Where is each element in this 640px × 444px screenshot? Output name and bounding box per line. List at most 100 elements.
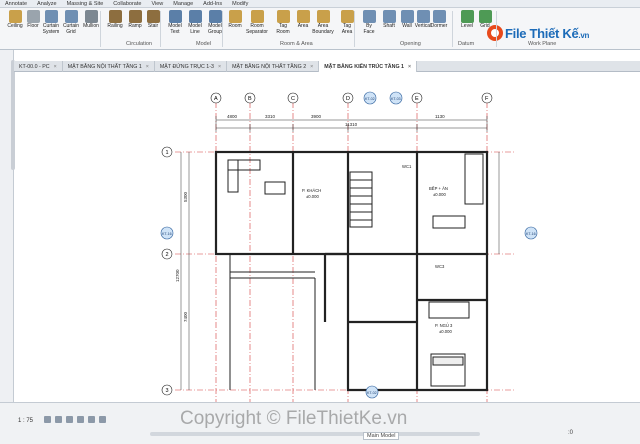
elevation-tag-left: KT-16 bbox=[162, 232, 172, 236]
visual-style-icon[interactable] bbox=[55, 416, 62, 423]
view-control-icons bbox=[44, 416, 106, 423]
ribbon-tab[interactable]: View bbox=[146, 1, 168, 7]
tool-label: Room bbox=[228, 23, 242, 29]
view-scale[interactable]: 1 : 75 bbox=[18, 418, 33, 424]
close-icon[interactable]: × bbox=[408, 64, 411, 70]
elevation-tag-right: KT-16 bbox=[526, 232, 536, 236]
tool-label: Ramp bbox=[128, 23, 142, 29]
floor-plan-drawing: ABCDEF 123 4800 3310 3900 1130 11310 530… bbox=[160, 91, 538, 402]
view-tab[interactable]: KT-00.0 - PC × bbox=[14, 61, 63, 72]
tool-label: Wall bbox=[402, 23, 412, 29]
tool-label: Floor bbox=[27, 23, 39, 29]
area-icon bbox=[296, 10, 310, 23]
section-tag-bottom: KT-02 bbox=[367, 391, 377, 395]
ribbon-tab[interactable]: Manage bbox=[168, 1, 198, 7]
shadows-icon[interactable] bbox=[77, 416, 84, 423]
tool-railing[interactable]: Railing bbox=[104, 10, 126, 40]
view-tab[interactable]: MẶT BẰNG NỘI THẤT TẦNG 1 × bbox=[63, 61, 155, 72]
tool-dormer[interactable]: Dormer bbox=[428, 10, 450, 40]
room-level-bedroom3: ±0.000 bbox=[439, 329, 452, 334]
dim-left-total: 12700 bbox=[175, 269, 180, 282]
close-icon[interactable]: × bbox=[218, 64, 221, 70]
tool-model-text[interactable]: Model Text bbox=[164, 10, 186, 40]
model-line-icon bbox=[188, 10, 202, 23]
tool-mullion[interactable]: Mullion bbox=[80, 10, 102, 40]
dim-2: 3310 bbox=[265, 114, 276, 119]
view-tab[interactable]: MẶT BẰNG KIẾN TRÚC TẦNG 1 × bbox=[319, 61, 418, 72]
grid-icon bbox=[478, 10, 492, 23]
ribbon-tab[interactable]: Massing & Site bbox=[62, 1, 109, 7]
tool-tag-room[interactable]: Tag Room bbox=[272, 10, 294, 40]
tool-label: Model Group bbox=[208, 23, 222, 35]
panel-separator bbox=[222, 11, 223, 47]
model-text-icon bbox=[168, 10, 182, 23]
railing-icon bbox=[108, 10, 122, 23]
panel-separator bbox=[100, 11, 101, 47]
ribbon-tab[interactable]: Modify bbox=[227, 1, 253, 7]
tool-label: Room Separator bbox=[246, 23, 268, 35]
model-selector[interactable]: Main Model bbox=[363, 432, 400, 440]
dim-1: 4800 bbox=[227, 114, 238, 119]
view-tabs: KT-00.0 - PC × MẶT BẰNG NỘI THẤT TẦNG 1 × MẶ… bbox=[14, 61, 640, 72]
tool-label: Mullion bbox=[83, 23, 99, 29]
tool-by-face[interactable]: By Face bbox=[358, 10, 380, 40]
grid-bubble-label: 2 bbox=[166, 252, 169, 258]
crop-view-icon[interactable] bbox=[88, 416, 95, 423]
room-icon bbox=[228, 10, 242, 23]
curtain-grid-icon bbox=[64, 10, 78, 23]
by-face-icon bbox=[362, 10, 376, 23]
drawing-canvas[interactable]: ABCDEF 123 4800 3310 3900 1130 11310 530… bbox=[15, 72, 640, 402]
room-separator-icon bbox=[250, 10, 264, 23]
ramp-icon bbox=[128, 10, 142, 23]
ribbon-tab[interactable]: Analyze bbox=[32, 1, 62, 7]
room-level-living: ±0.000 bbox=[306, 194, 319, 199]
tool-label: Ceiling bbox=[7, 23, 23, 29]
sun-path-icon[interactable] bbox=[66, 416, 73, 423]
view-tab[interactable]: MẶT BẰNG NỘI THẤT TẦNG 2 × bbox=[227, 61, 320, 72]
room-name-wc3: WC3 bbox=[435, 264, 445, 269]
ribbon-tab[interactable]: Collaborate bbox=[108, 1, 146, 7]
tool-area-boundary[interactable]: Area Boundary bbox=[312, 10, 334, 40]
view-tab-label: MẶT ĐỨNG TRỤC 1-3 bbox=[159, 63, 214, 70]
grid-bubbles-top: ABCDEF bbox=[210, 92, 493, 104]
panel-label: Room & Area bbox=[280, 41, 313, 47]
close-icon[interactable]: × bbox=[310, 64, 313, 70]
panel-label: Opening bbox=[400, 41, 421, 47]
panel-separator bbox=[160, 11, 161, 47]
ribbon: File Thiết Kế.vn Ceiling Floor Curtain Sys… bbox=[0, 8, 640, 50]
tool-label: Curtain System bbox=[42, 23, 60, 35]
level-icon bbox=[460, 10, 474, 23]
grid-bubble-label: 1 bbox=[166, 150, 169, 156]
view-tab-label: MẶT BẰNG KIẾN TRÚC TẦNG 1 bbox=[324, 63, 404, 70]
section-tag-top-right: KT-03 bbox=[391, 97, 401, 101]
grid-bubble-label: B bbox=[248, 96, 252, 102]
status-count: :0 bbox=[568, 430, 574, 436]
horizontal-scrollbar[interactable] bbox=[150, 432, 480, 436]
tool-curtain-grid[interactable]: Curtain Grid bbox=[60, 10, 82, 40]
temporary-hide-icon[interactable] bbox=[99, 416, 106, 423]
floor-icon bbox=[26, 10, 40, 23]
tool-label: Level bbox=[461, 23, 473, 29]
detail-level-icon[interactable] bbox=[44, 416, 51, 423]
close-icon[interactable]: × bbox=[54, 64, 57, 70]
room-name-kitchen: BẾP + ĂN bbox=[429, 186, 448, 191]
ribbon-tab[interactable]: Annotate bbox=[0, 1, 32, 7]
view-tab[interactable]: MẶT ĐỨNG TRỤC 1-3 × bbox=[155, 61, 228, 72]
shaft-icon bbox=[382, 10, 396, 23]
tool-area[interactable]: Area bbox=[292, 10, 314, 40]
tool-label: Model Text bbox=[168, 23, 182, 35]
close-icon[interactable]: × bbox=[146, 64, 149, 70]
tool-curtain-system[interactable]: Curtain System bbox=[40, 10, 62, 40]
tool-room[interactable]: Room bbox=[224, 10, 246, 40]
tool-label: Curtain Grid bbox=[62, 23, 80, 35]
logo-brand: File Thiết Kế bbox=[505, 25, 579, 41]
tool-grid[interactable]: Grid bbox=[474, 10, 496, 40]
panel-separator bbox=[452, 11, 453, 47]
panel-label: Circulation bbox=[126, 41, 152, 47]
tool-model-line[interactable]: Model Line bbox=[184, 10, 206, 40]
dormer-icon bbox=[432, 10, 446, 23]
ribbon-tab[interactable]: Add-Ins bbox=[198, 1, 227, 7]
tool-label: Stair bbox=[147, 23, 159, 29]
panel-separator bbox=[354, 11, 355, 47]
tool-room-separator[interactable]: Room Separator bbox=[246, 10, 268, 40]
